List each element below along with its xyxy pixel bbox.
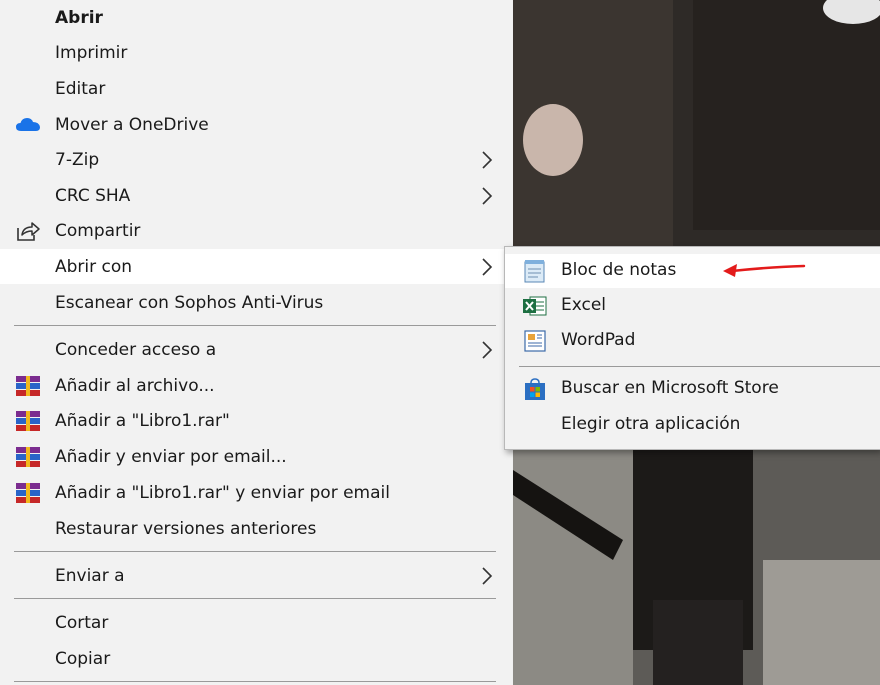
menu-item-compartir[interactable]: Compartir xyxy=(0,213,512,248)
submenu-separator xyxy=(519,366,880,367)
menu-item-escanear-sophos[interactable]: Escanear con Sophos Anti-Virus xyxy=(0,285,512,320)
menu-item-mover-onedrive[interactable]: Mover a OneDrive xyxy=(0,107,512,142)
menu-item-label: Abrir con xyxy=(55,256,133,277)
annotation-arrow-icon xyxy=(720,256,810,280)
submenu-item-label: Buscar en Microsoft Store xyxy=(561,378,779,398)
submenu-item-microsoft-store[interactable]: Buscar en Microsoft Store xyxy=(505,372,880,406)
submenu-item-label: Excel xyxy=(561,295,607,315)
menu-item-abrir-con[interactable]: Abrir con xyxy=(0,249,512,284)
chevron-right-icon xyxy=(478,257,496,277)
menu-item-anadir-enviar-email[interactable]: Añadir y enviar por email... xyxy=(0,439,512,474)
menu-separator xyxy=(14,598,496,599)
submenu-item-elegir-otra-aplicacion[interactable]: Elegir otra aplicación xyxy=(505,408,880,442)
menu-item-enviar-a[interactable]: Enviar a xyxy=(0,558,512,593)
menu-item-label: Añadir al archivo... xyxy=(55,375,215,396)
menu-item-label: Restaurar versiones anteriores xyxy=(55,518,317,539)
chevron-right-icon xyxy=(478,566,496,586)
submenu-item-label: Bloc de notas xyxy=(561,260,677,280)
menu-item-label: Cortar xyxy=(55,612,109,633)
winrar-icon xyxy=(15,410,41,432)
menu-item-restaurar-versiones[interactable]: Restaurar versiones anteriores xyxy=(0,511,512,546)
onedrive-icon xyxy=(15,114,41,136)
menu-item-label: Añadir a "Libro1.rar" xyxy=(55,410,230,431)
menu-item-label: Mover a OneDrive xyxy=(55,114,209,135)
menu-separator xyxy=(14,681,496,682)
menu-item-label: Añadir a "Libro1.rar" y enviar por email xyxy=(55,482,390,503)
wordpad-icon xyxy=(522,329,548,353)
menu-item-label: Abrir xyxy=(55,7,103,28)
menu-separator xyxy=(14,551,496,552)
menu-item-anadir-archivo[interactable]: Añadir al archivo... xyxy=(0,368,512,403)
menu-item-anadir-libro1-email[interactable]: Añadir a "Libro1.rar" y enviar por email xyxy=(0,475,512,510)
chevron-right-icon xyxy=(478,340,496,360)
excel-icon xyxy=(522,294,548,318)
menu-item-label: CRC SHA xyxy=(55,185,131,206)
menu-item-label: Conceder acceso a xyxy=(55,339,217,360)
chevron-right-icon xyxy=(478,186,496,206)
menu-item-label: Copiar xyxy=(55,648,111,669)
submenu-item-wordpad[interactable]: WordPad xyxy=(505,324,880,358)
winrar-icon xyxy=(15,482,41,504)
menu-item-label: Enviar a xyxy=(55,565,125,586)
notepad-icon xyxy=(522,259,548,283)
submenu-item-label: Elegir otra aplicación xyxy=(561,414,741,434)
menu-item-label: Escanear con Sophos Anti-Virus xyxy=(55,292,324,313)
menu-separator xyxy=(14,325,496,326)
menu-item-label: Añadir y enviar por email... xyxy=(55,446,287,467)
menu-item-label: 7-Zip xyxy=(55,149,100,170)
menu-item-imprimir[interactable]: Imprimir xyxy=(0,35,512,70)
menu-item-conceder-acceso[interactable]: Conceder acceso a xyxy=(0,332,512,367)
menu-item-abrir[interactable]: Abrir xyxy=(0,0,512,35)
menu-item-copiar[interactable]: Copiar xyxy=(0,641,512,676)
chevron-right-icon xyxy=(478,150,496,170)
menu-item-label: Editar xyxy=(55,78,106,99)
menu-item-editar[interactable]: Editar xyxy=(0,71,512,106)
context-menu: Abrir Imprimir Editar Mover a OneDrive 7… xyxy=(0,0,512,685)
winrar-icon xyxy=(15,375,41,397)
menu-item-cortar[interactable]: Cortar xyxy=(0,605,512,640)
share-icon xyxy=(15,220,41,242)
submenu-item-label: WordPad xyxy=(561,330,636,350)
microsoft-store-icon xyxy=(522,377,548,401)
menu-item-anadir-libro1[interactable]: Añadir a "Libro1.rar" xyxy=(0,403,512,438)
menu-item-7zip[interactable]: 7-Zip xyxy=(0,142,512,177)
submenu-item-excel[interactable]: Excel xyxy=(505,289,880,323)
submenu-item-bloc-de-notas[interactable]: Bloc de notas xyxy=(505,254,880,288)
winrar-icon xyxy=(15,446,41,468)
menu-item-crc-sha[interactable]: CRC SHA xyxy=(0,178,512,213)
open-with-submenu: Bloc de notas Excel WordPad Buscar en Mi… xyxy=(504,246,880,450)
menu-item-label: Imprimir xyxy=(55,42,128,63)
menu-item-label: Compartir xyxy=(55,220,141,241)
